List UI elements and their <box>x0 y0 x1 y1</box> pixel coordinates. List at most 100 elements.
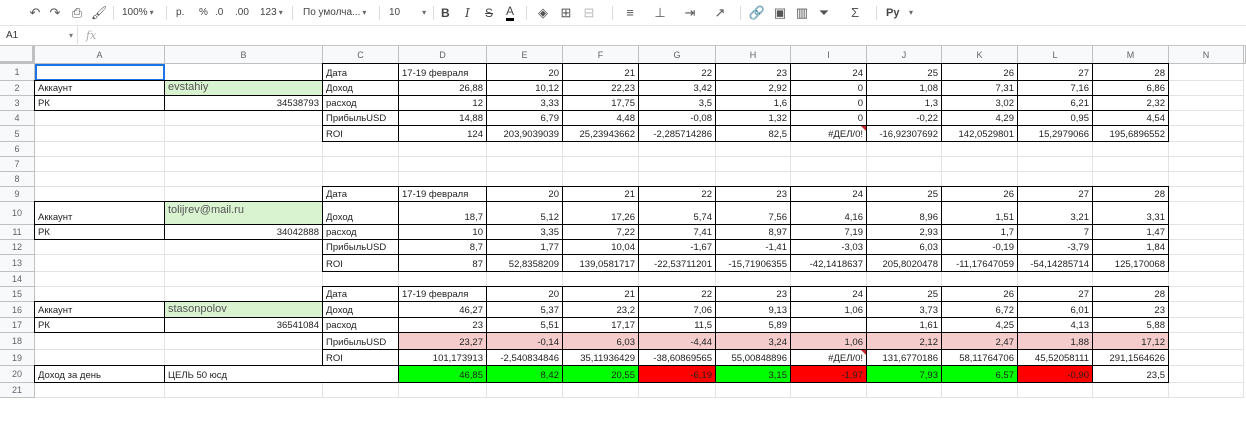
cell-k4[interactable]: 4,29 <box>942 111 1018 126</box>
functions-icon[interactable]: Σ <box>846 4 864 22</box>
cell-i16[interactable]: 1,06 <box>791 302 867 318</box>
cell-i13[interactable]: -42,1418637 <box>791 255 867 272</box>
cell-a16[interactable]: Аккаунт <box>35 302 165 318</box>
percent-format-button[interactable]: % <box>199 4 208 22</box>
cell-d12[interactable]: 8,7 <box>399 240 487 255</box>
cell-e16[interactable]: 5,37 <box>487 302 563 318</box>
cell-e1[interactable]: 20 <box>487 64 563 81</box>
select-all-corner[interactable] <box>0 46 35 64</box>
cell-j3[interactable]: 1,3 <box>867 96 942 111</box>
column-header-m[interactable]: M <box>1093 46 1169 64</box>
cell-h21[interactable] <box>716 383 791 398</box>
column-header-b[interactable]: B <box>165 46 323 64</box>
cell-e6[interactable] <box>487 142 563 157</box>
cell-e3[interactable]: 3,33 <box>487 96 563 111</box>
cell-k10[interactable]: 1,51 <box>942 202 1018 225</box>
cell-m11[interactable]: 1,47 <box>1093 225 1169 240</box>
cell-f16[interactable]: 23,2 <box>563 302 639 318</box>
cell-e7[interactable] <box>487 157 563 172</box>
text-color-button[interactable]: A <box>506 4 515 21</box>
row-header-3[interactable]: 3 <box>0 96 35 111</box>
cell-i15[interactable]: 24 <box>791 287 867 302</box>
cell-n7[interactable] <box>1169 157 1244 172</box>
decrease-decimal-button[interactable]: .0 <box>215 4 223 22</box>
cell-e2[interactable]: 10,12 <box>487 81 563 96</box>
cell-c12[interactable]: ПрибыльUSD <box>323 240 399 255</box>
column-header-l[interactable]: L <box>1018 46 1093 64</box>
cell-l10[interactable]: 3,21 <box>1018 202 1093 225</box>
cell-m19[interactable]: 291,1564626 <box>1093 350 1169 366</box>
cell-l20[interactable]: -0,90 <box>1018 366 1093 383</box>
more-formats-select[interactable]: 123 ▾ <box>260 4 283 22</box>
cell-l5[interactable]: 15,2979066 <box>1018 126 1093 142</box>
cell-c18[interactable]: ПрибыльUSD <box>323 333 399 350</box>
row-header-2[interactable]: 2 <box>0 81 35 96</box>
cell-j6[interactable] <box>867 142 942 157</box>
cell-l3[interactable]: 6,21 <box>1018 96 1093 111</box>
cell-c1[interactable]: Дата <box>323 64 399 81</box>
row-header-19[interactable]: 19 <box>0 350 35 366</box>
cell-n12[interactable] <box>1169 240 1244 255</box>
cell-h5[interactable]: 82,5 <box>716 126 791 142</box>
cell-f4[interactable]: 4,48 <box>563 111 639 126</box>
cell-m15[interactable]: 28 <box>1093 287 1169 302</box>
cell-c3[interactable]: расход <box>323 96 399 111</box>
cell-k17[interactable]: 4,25 <box>942 318 1018 333</box>
row-header-16[interactable]: 16 <box>0 302 35 318</box>
cell-j5[interactable]: -16,92307692 <box>867 126 942 142</box>
cell-k15[interactable]: 26 <box>942 287 1018 302</box>
row-header-4[interactable]: 4 <box>0 111 35 126</box>
cell-k19[interactable]: 58,11764706 <box>942 350 1018 366</box>
cell-n16[interactable] <box>1169 302 1244 318</box>
cell-h16[interactable]: 9,13 <box>716 302 791 318</box>
name-box[interactable]: A1 ▾ <box>0 26 78 46</box>
cell-h18[interactable]: 3,24 <box>716 333 791 350</box>
cell-j1[interactable]: 25 <box>867 64 942 81</box>
cell-h6[interactable] <box>716 142 791 157</box>
cell-g9[interactable]: 22 <box>639 187 716 202</box>
cell-k5[interactable]: 142,0529801 <box>942 126 1018 142</box>
cell-h15[interactable]: 23 <box>716 287 791 302</box>
cell-d7[interactable] <box>399 157 487 172</box>
cell-l15[interactable]: 27 <box>1018 287 1093 302</box>
cell-g8[interactable] <box>639 172 716 187</box>
cell-m17[interactable]: 5,88 <box>1093 318 1169 333</box>
cell-f14[interactable] <box>563 272 639 287</box>
row-header-10[interactable]: 10 <box>0 202 35 225</box>
spreadsheet-grid[interactable]: A B C D E F G H I J K L M N 1 2 3 4 5 6 7 8 9 10 11 12 13 14 15 16 17 1… <box>0 46 1246 428</box>
cell-b18[interactable] <box>165 333 323 350</box>
cell-n4[interactable] <box>1169 111 1244 126</box>
italic-button[interactable]: I <box>465 4 470 22</box>
cell-n9[interactable] <box>1169 187 1244 202</box>
cell-l16[interactable]: 6,01 <box>1018 302 1093 318</box>
cell-m12[interactable]: 1,84 <box>1093 240 1169 255</box>
cell-g12[interactable]: -1,67 <box>639 240 716 255</box>
cell-c10[interactable]: Доход <box>323 202 399 225</box>
cell-d5[interactable]: 124 <box>399 126 487 142</box>
cell-f2[interactable]: 22,23 <box>563 81 639 96</box>
cell-j10[interactable]: 8,96 <box>867 202 942 225</box>
cell-f21[interactable] <box>563 383 639 398</box>
row-header-7[interactable]: 7 <box>0 157 35 172</box>
cell-a18[interactable] <box>35 333 165 350</box>
cell-e15[interactable]: 20 <box>487 287 563 302</box>
cell-b17[interactable]: 36541084 <box>165 318 323 333</box>
cell-n19[interactable] <box>1169 350 1244 366</box>
align-left-icon[interactable]: ≡ <box>621 4 639 22</box>
cell-i5[interactable]: #ДЕЛ/0! <box>791 126 867 142</box>
cell-c7[interactable] <box>323 157 399 172</box>
cell-f20[interactable]: 20,55 <box>563 366 639 383</box>
cell-l21[interactable] <box>1018 383 1093 398</box>
cell-i12[interactable]: -3,03 <box>791 240 867 255</box>
cell-a15[interactable] <box>35 287 165 302</box>
cell-a2[interactable]: Аккаунт <box>35 81 165 96</box>
undo-icon[interactable]: ↶ <box>26 4 44 22</box>
cell-b9[interactable] <box>165 187 323 202</box>
cell-n3[interactable] <box>1169 96 1244 111</box>
cell-n20[interactable] <box>1169 366 1244 383</box>
column-header-e[interactable]: E <box>487 46 563 64</box>
column-header-j[interactable]: J <box>867 46 942 64</box>
cell-a12[interactable] <box>35 240 165 255</box>
cell-i21[interactable] <box>791 383 867 398</box>
row-header-11[interactable]: 11 <box>0 225 35 240</box>
